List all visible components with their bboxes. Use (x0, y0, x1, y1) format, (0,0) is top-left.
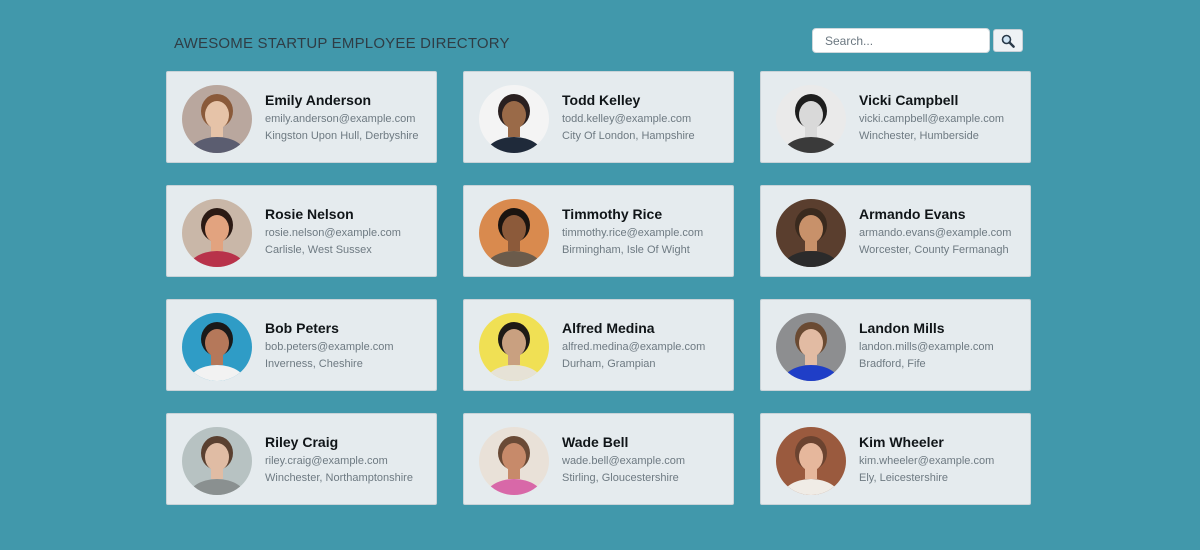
header: Awesome Startup Employee Directory (174, 28, 1024, 57)
avatar (776, 427, 846, 495)
employee-info: Armando Evans armando.evans@example.com … (859, 206, 1024, 257)
avatar (182, 313, 252, 381)
employee-location: City Of London, Hampshire (562, 130, 695, 142)
employee-card[interactable]: Vicki Campbell vicki.campbell@example.co… (760, 71, 1031, 163)
avatar (479, 427, 549, 495)
search-icon (1001, 34, 1015, 48)
employee-email: riley.craig@example.com (265, 455, 388, 467)
employee-info: Riley Craig riley.craig@example.com Winc… (265, 434, 430, 485)
employee-email: alfred.medina@example.com (562, 341, 706, 353)
avatar (182, 427, 252, 495)
employee-name: Todd Kelley (562, 92, 641, 108)
employee-info: Emily Anderson emily.anderson@example.co… (265, 92, 430, 143)
employee-card[interactable]: Timmothy Rice timmothy.rice@example.com … (463, 185, 734, 277)
employee-email: armando.evans@example.com (859, 227, 1012, 239)
employee-name: Timmothy Rice (562, 206, 663, 222)
employee-location: Kingston Upon Hull, Derbyshire (265, 130, 419, 142)
employee-location: Worcester, County Fermanagh (859, 244, 1009, 256)
employee-email: wade.bell@example.com (562, 455, 686, 467)
employee-name: Alfred Medina (562, 320, 655, 336)
employee-location: Winchester, Humberside (859, 130, 979, 142)
employee-grid: Emily Anderson emily.anderson@example.co… (166, 71, 1031, 505)
employee-location: Birmingham, Isle Of Wight (562, 244, 690, 256)
employee-name: Rosie Nelson (265, 206, 354, 222)
employee-name: Kim Wheeler (859, 434, 944, 450)
employee-location: Ely, Leicestershire (859, 472, 949, 484)
employee-name: Emily Anderson (265, 92, 372, 108)
avatar (479, 313, 549, 381)
employee-email: timmothy.rice@example.com (562, 227, 704, 239)
avatar (479, 85, 549, 153)
employee-card[interactable]: Alfred Medina alfred.medina@example.com … (463, 299, 734, 391)
employee-location: Durham, Grampian (562, 358, 656, 370)
employee-name: Riley Craig (265, 434, 339, 450)
employee-info: Alfred Medina alfred.medina@example.com … (562, 320, 727, 371)
avatar (776, 199, 846, 267)
search-button[interactable] (993, 29, 1023, 52)
search-input[interactable] (812, 28, 990, 53)
avatar (776, 313, 846, 381)
employee-location: Inverness, Cheshire (265, 358, 363, 370)
employee-name: Wade Bell (562, 434, 629, 450)
employee-name: Armando Evans (859, 206, 966, 222)
avatar (182, 199, 252, 267)
avatar (776, 85, 846, 153)
employee-name: Landon Mills (859, 320, 945, 336)
avatar (479, 199, 549, 267)
employee-email: todd.kelley@example.com (562, 113, 692, 125)
employee-info: Kim Wheeler kim.wheeler@example.com Ely,… (859, 434, 1024, 485)
employee-email: emily.anderson@example.com (265, 113, 416, 125)
employee-info: Wade Bell wade.bell@example.com Stirling… (562, 434, 727, 485)
employee-name: Vicki Campbell (859, 92, 959, 108)
employee-card[interactable]: Rosie Nelson rosie.nelson@example.com Ca… (166, 185, 437, 277)
employee-info: Timmothy Rice timmothy.rice@example.com … (562, 206, 727, 257)
employee-card[interactable]: Landon Mills landon.mills@example.com Br… (760, 299, 1031, 391)
employee-card[interactable]: Bob Peters bob.peters@example.com Invern… (166, 299, 437, 391)
employee-info: Todd Kelley todd.kelley@example.com City… (562, 92, 727, 143)
page-title: Awesome Startup Employee Directory (174, 35, 510, 52)
employee-email: kim.wheeler@example.com (859, 455, 995, 467)
employee-email: rosie.nelson@example.com (265, 227, 401, 239)
employee-name: Bob Peters (265, 320, 339, 336)
avatar (182, 85, 252, 153)
employee-card[interactable]: Armando Evans armando.evans@example.com … (760, 185, 1031, 277)
employee-info: Rosie Nelson rosie.nelson@example.com Ca… (265, 206, 430, 257)
employee-card[interactable]: Riley Craig riley.craig@example.com Winc… (166, 413, 437, 505)
employee-info: Bob Peters bob.peters@example.com Invern… (265, 320, 430, 371)
employee-email: landon.mills@example.com (859, 341, 994, 353)
employee-location: Bradford, Fife (859, 358, 926, 370)
employee-info: Vicki Campbell vicki.campbell@example.co… (859, 92, 1024, 143)
employee-card[interactable]: Kim Wheeler kim.wheeler@example.com Ely,… (760, 413, 1031, 505)
employee-email: vicki.campbell@example.com (859, 113, 1005, 125)
employee-card[interactable]: Emily Anderson emily.anderson@example.co… (166, 71, 437, 163)
employee-info: Landon Mills landon.mills@example.com Br… (859, 320, 1024, 371)
employee-location: Carlisle, West Sussex (265, 244, 372, 256)
employee-email: bob.peters@example.com (265, 341, 394, 353)
employee-card[interactable]: Wade Bell wade.bell@example.com Stirling… (463, 413, 734, 505)
employee-location: Winchester, Northamptonshire (265, 472, 413, 484)
employee-location: Stirling, Gloucestershire (562, 472, 679, 484)
employee-card[interactable]: Todd Kelley todd.kelley@example.com City… (463, 71, 734, 163)
